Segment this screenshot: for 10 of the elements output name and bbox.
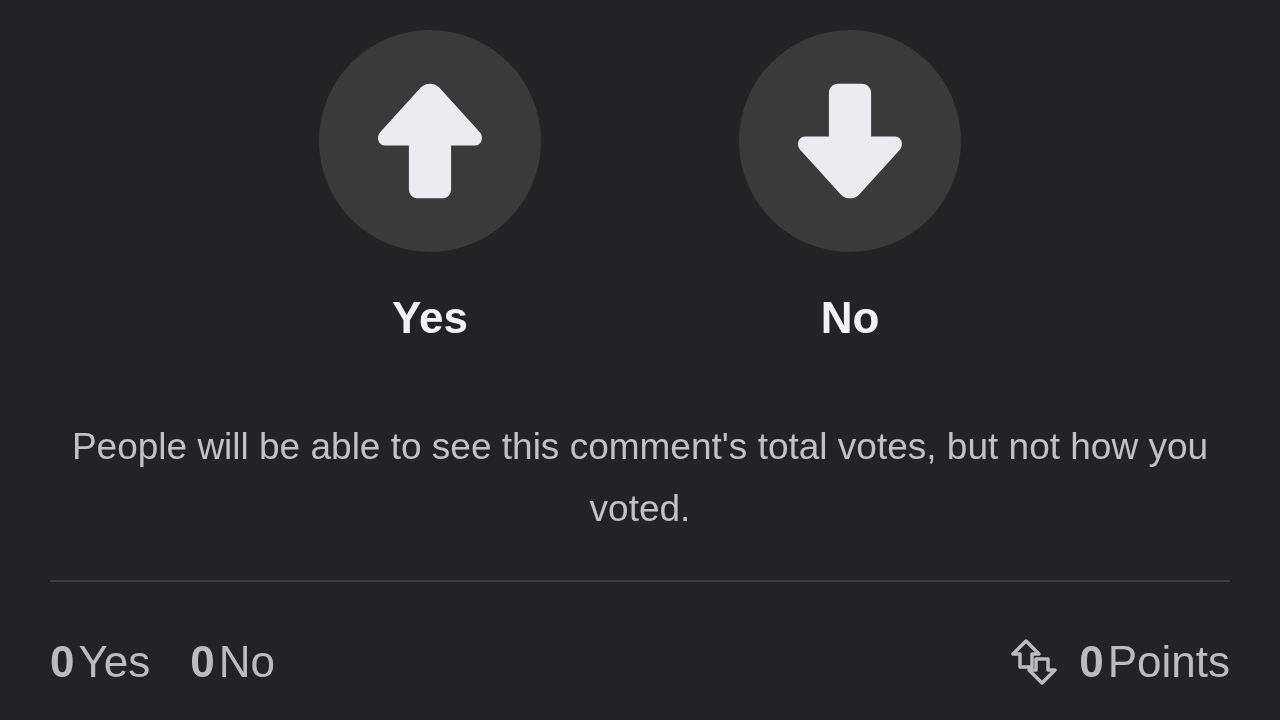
vote-label: No bbox=[820, 292, 880, 344]
tally-count: 0 bbox=[190, 636, 215, 688]
up-down-arrows-icon bbox=[1009, 637, 1060, 687]
tally-label: Yes bbox=[78, 636, 151, 688]
vote-note: People will be able to see this comment's total votes, but not how you voted. bbox=[70, 425, 1210, 531]
tally-label: No bbox=[218, 636, 275, 688]
vote-label: Yes bbox=[392, 292, 468, 344]
points-label: Points bbox=[1107, 636, 1230, 688]
tally-count: 0 bbox=[50, 636, 75, 688]
points-count: 0 bbox=[1079, 636, 1104, 688]
